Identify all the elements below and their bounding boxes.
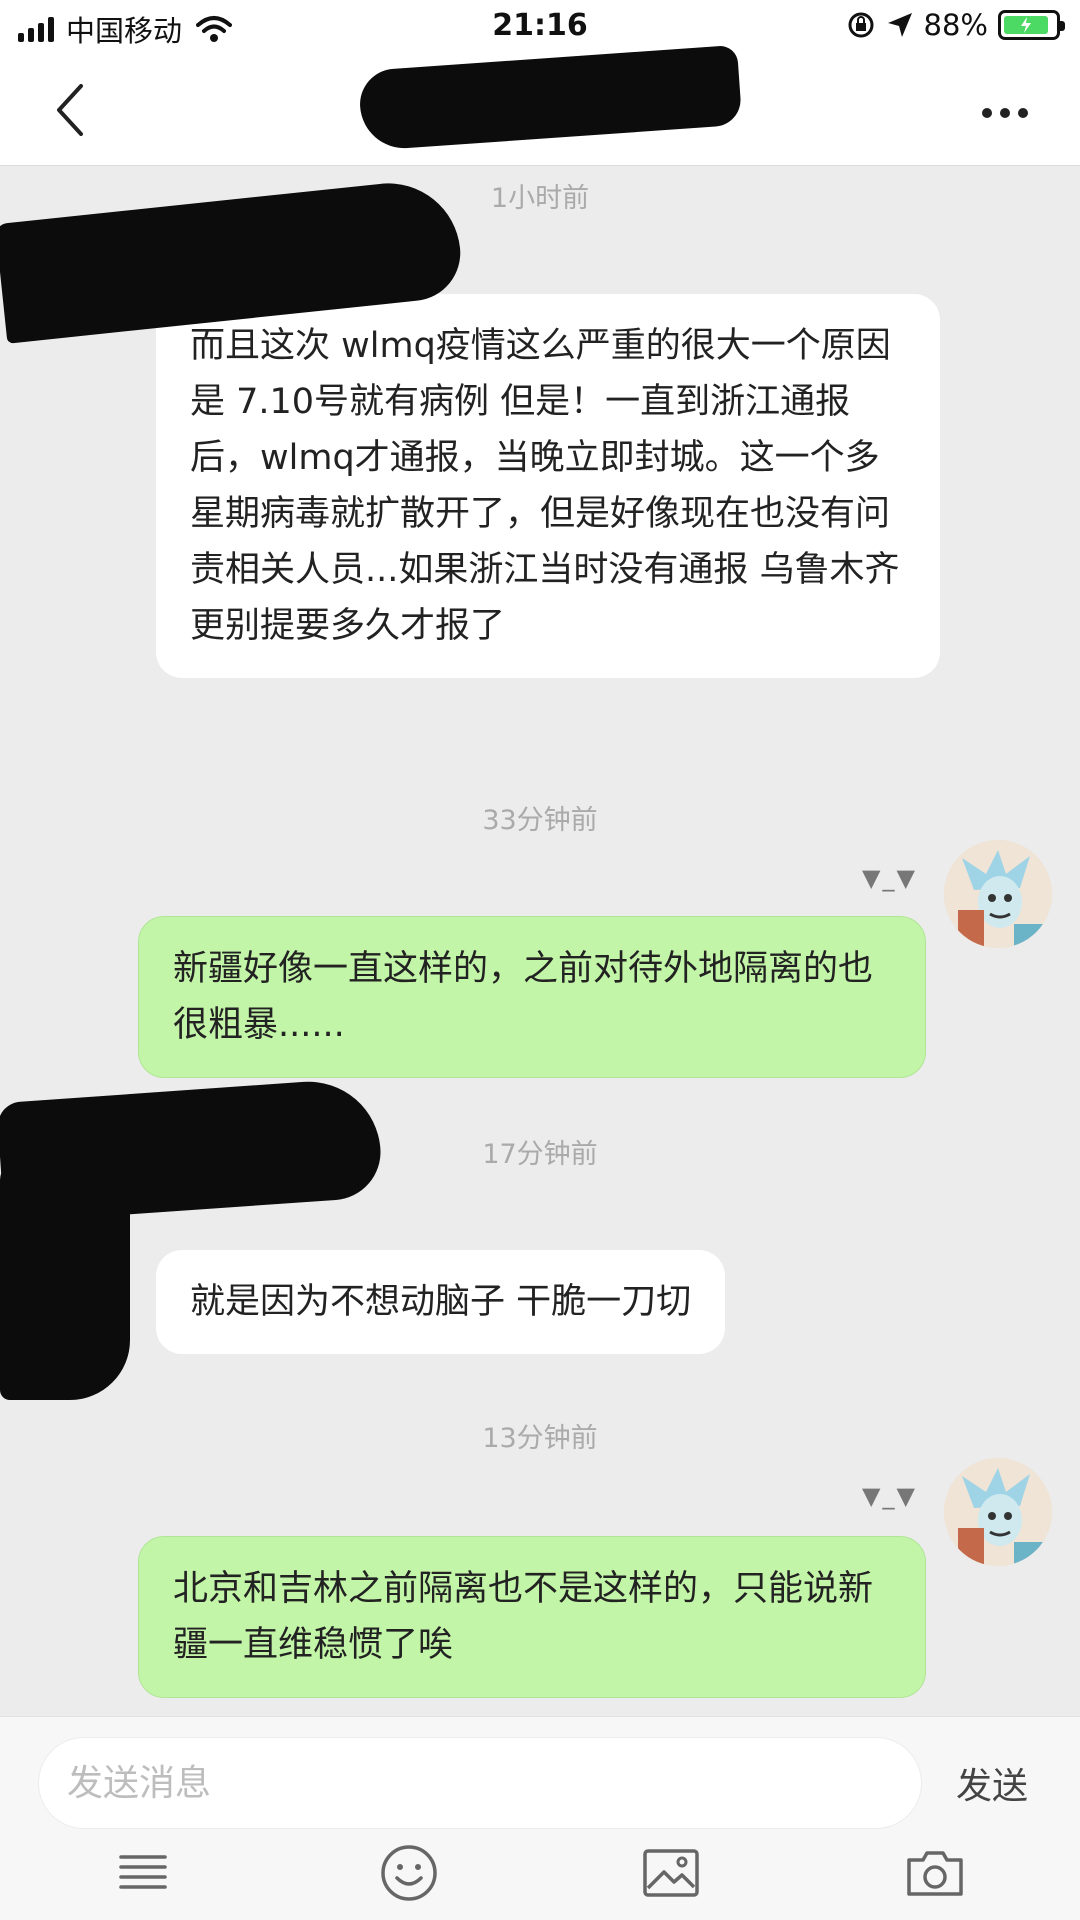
camera-button[interactable] [900,1841,970,1905]
camera-icon [907,1851,963,1896]
incoming-message[interactable]: 而且这次 wlmq疫情这么严重的很大一个原因是 7.10号就有病例 但是！一直到… [156,294,940,678]
sender-nickname: ▼_▼ [862,1482,917,1510]
more-button[interactable] [970,88,1040,138]
image-button[interactable] [636,1841,706,1905]
avatar[interactable] [944,1458,1052,1566]
charging-bolt-icon [1021,17,1031,33]
outgoing-message[interactable]: 北京和吉林之前隔离也不是这样的，只能说新疆一直维稳惯了唉 [138,1536,926,1698]
chat-area[interactable]: 1小时前 而且这次 wlmq疫情这么严重的很大一个原因是 7.10号就有病例 但… [0,166,1080,1716]
battery-percent: 88% [923,8,988,42]
image-icon [643,1849,699,1897]
back-button[interactable] [40,80,100,140]
avatar-image [944,1458,1052,1566]
status-right: 88% [846,8,1065,42]
send-button[interactable]: 发送 [956,1757,1028,1809]
timestamp: 33分钟前 [482,805,598,836]
outgoing-message[interactable]: 新疆好像一直这样的，之前对待外地隔离的也很粗暴...... [138,916,926,1078]
timestamp: 13分钟前 [482,1423,598,1454]
list-icon [119,1855,167,1889]
incoming-message[interactable]: 就是因为不想动脑子 干脆一刀切 [156,1250,726,1354]
message-input[interactable] [38,1737,922,1829]
more-dots-icon [982,108,992,118]
list-button[interactable] [108,1841,178,1905]
avatar-image [944,840,1052,948]
location-icon [887,13,912,37]
orientation-lock-icon [848,12,874,38]
battery-icon [998,10,1065,40]
sender-nickname: ▼_▼ [862,864,917,892]
chevron-left-icon [57,84,83,136]
status-bar: 中国移动 21:16 88% [0,0,1080,60]
battery-level [1004,16,1048,34]
emoji-icon [381,1845,437,1901]
input-bar: 发送 [0,1716,1080,1920]
redaction-mark [0,1160,130,1400]
emoji-button[interactable] [374,1841,444,1905]
avatar[interactable] [944,840,1052,948]
